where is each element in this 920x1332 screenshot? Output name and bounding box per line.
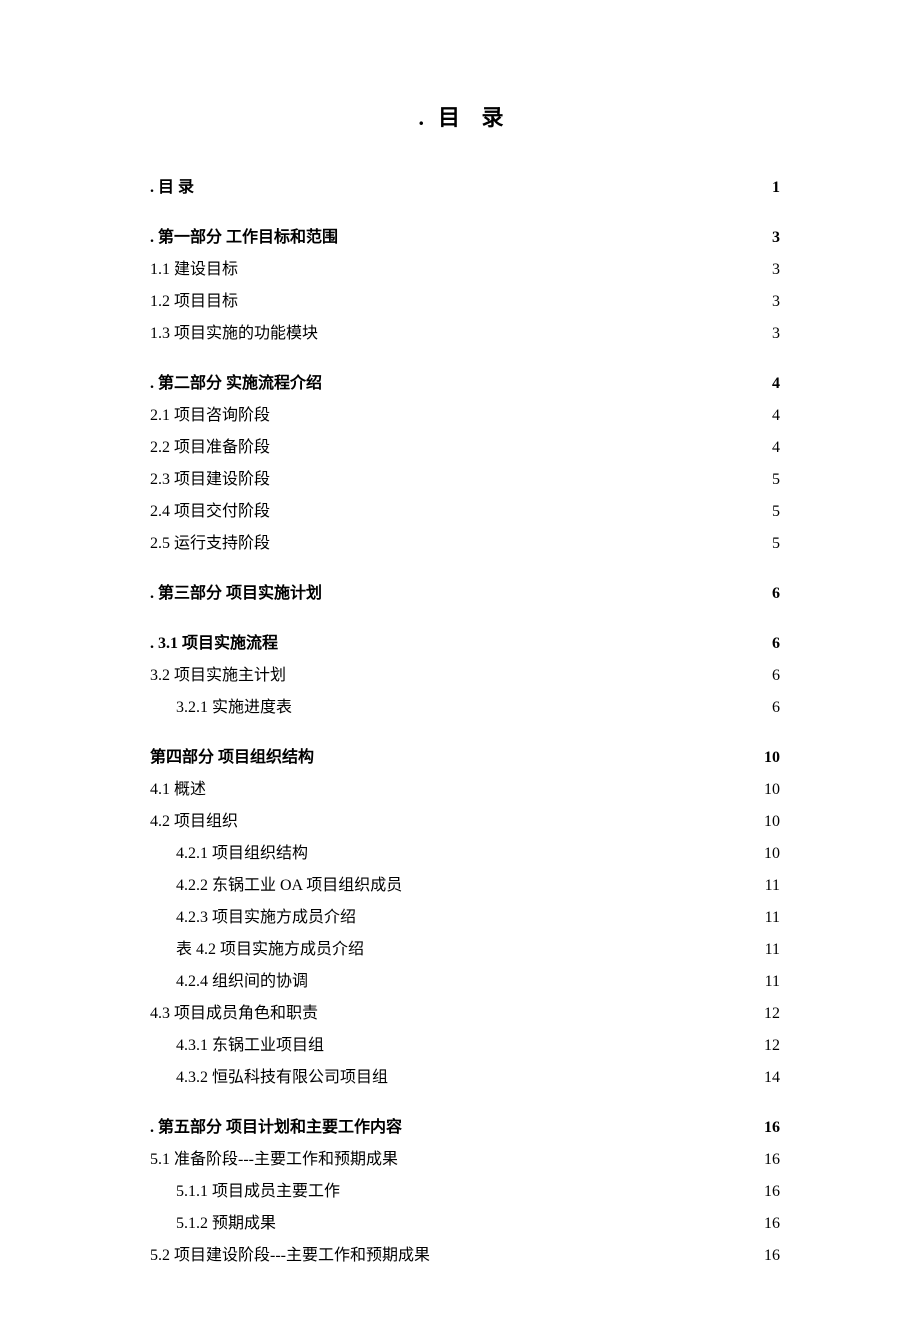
page-title: 目 录 <box>150 100 780 132</box>
toc-entry-label: 5.1 准备阶段---主要工作和预期成果 <box>150 1144 748 1176</box>
toc-entry-label: 4.2.2 东锅工业 OA 项目组织成员 <box>150 870 749 902</box>
toc-entry-label: 1.1 建设目标 <box>150 254 756 286</box>
toc-entry-page: 16 <box>748 1240 780 1272</box>
toc-entry-page: 6 <box>756 692 780 724</box>
toc-row: . 第一部分 工作目标和范围3 <box>150 222 780 254</box>
toc-row: . 3.1 项目实施流程6 <box>150 628 780 660</box>
toc-entry-label: 3.2.1 实施进度表 <box>150 692 756 724</box>
toc-row: 1.1 建设目标3 <box>150 254 780 286</box>
toc-row: 1.3 项目实施的功能模块3 <box>150 318 780 350</box>
toc-entry-label: 4.2.3 项目实施方成员介绍 <box>150 902 749 934</box>
toc-row: 2.5 运行支持阶段5 <box>150 528 780 560</box>
toc-entry-page: 16 <box>748 1144 780 1176</box>
toc-entry-page: 6 <box>756 628 780 660</box>
toc-entry-label: 2.1 项目咨询阶段 <box>150 400 756 432</box>
toc-row: 1.2 项目目标3 <box>150 286 780 318</box>
toc-entry-label: . 第三部分 项目实施计划 <box>150 578 756 610</box>
toc-row: 4.2 项目组织10 <box>150 806 780 838</box>
toc-entry-label: 1.2 项目目标 <box>150 286 756 318</box>
toc-entry-page: 10 <box>748 742 780 774</box>
toc-row: 5.1.1 项目成员主要工作16 <box>150 1176 780 1208</box>
toc-entry-page: 6 <box>756 578 780 610</box>
toc-entry-page: 3 <box>756 286 780 318</box>
toc-entry-page: 11 <box>749 902 780 934</box>
toc-entry-label: 4.3 项目成员角色和职责 <box>150 998 748 1030</box>
toc-row: . 第五部分 项目计划和主要工作内容16 <box>150 1112 780 1144</box>
toc-entry-label: 4.2 项目组织 <box>150 806 748 838</box>
toc-entry-label: . 第五部分 项目计划和主要工作内容 <box>150 1112 748 1144</box>
toc-entry-page: 10 <box>748 838 780 870</box>
toc-entry-page: 16 <box>748 1112 780 1144</box>
toc-row: 5.1.2 预期成果16 <box>150 1208 780 1240</box>
toc-row: 4.2.2 东锅工业 OA 项目组织成员11 <box>150 870 780 902</box>
title-char-1: 目 <box>438 105 468 130</box>
toc-entry-page: 4 <box>756 432 780 464</box>
toc-row: 3.2.1 实施进度表6 <box>150 692 780 724</box>
toc-entry-page: 3 <box>756 222 780 254</box>
toc-row: 3.2 项目实施主计划6 <box>150 660 780 692</box>
toc-entry-label: 4.2.1 项目组织结构 <box>150 838 748 870</box>
toc-entry-label: 4.2.4 组织间的协调 <box>150 966 749 998</box>
toc-row: 4.2.1 项目组织结构10 <box>150 838 780 870</box>
toc-row: . 目 录1 <box>150 172 780 204</box>
toc-entry-page: 10 <box>748 806 780 838</box>
toc-row: 4.3.1 东锅工业项目组12 <box>150 1030 780 1062</box>
toc-row: 表 4.2 项目实施方成员介绍11 <box>150 934 780 966</box>
toc-entry-page: 4 <box>756 368 780 400</box>
toc-row: 4.2.4 组织间的协调11 <box>150 966 780 998</box>
toc-entry-label: 5.2 项目建设阶段---主要工作和预期成果 <box>150 1240 748 1272</box>
toc-row: 4.1 概述10 <box>150 774 780 806</box>
toc-row: 第四部分 项目组织结构10 <box>150 742 780 774</box>
toc-entry-label: 2.3 项目建设阶段 <box>150 464 756 496</box>
toc-entry-page: 12 <box>748 998 780 1030</box>
toc-entry-page: 16 <box>748 1176 780 1208</box>
toc-entry-label: 4.3.1 东锅工业项目组 <box>150 1030 748 1062</box>
toc-entry-label: 1.3 项目实施的功能模块 <box>150 318 756 350</box>
toc-entry-page: 14 <box>748 1062 780 1094</box>
title-char-2: 录 <box>482 105 512 130</box>
toc-entry-label: 2.2 项目准备阶段 <box>150 432 756 464</box>
toc-entry-page: 11 <box>749 966 780 998</box>
toc-entry-page: 4 <box>756 400 780 432</box>
toc-row: . 第二部分 实施流程介绍4 <box>150 368 780 400</box>
toc-entry-page: 11 <box>749 870 780 902</box>
table-of-contents: . 目 录1. 第一部分 工作目标和范围31.1 建设目标31.2 项目目标31… <box>150 172 780 1272</box>
toc-entry-page: 1 <box>756 172 780 204</box>
toc-entry-label: 表 4.2 项目实施方成员介绍 <box>150 934 749 966</box>
toc-entry-label: 3.2 项目实施主计划 <box>150 660 756 692</box>
toc-entry-label: 4.3.2 恒弘科技有限公司项目组 <box>150 1062 748 1094</box>
toc-entry-page: 5 <box>756 464 780 496</box>
toc-entry-page: 3 <box>756 254 780 286</box>
toc-entry-page: 16 <box>748 1208 780 1240</box>
toc-entry-page: 10 <box>748 774 780 806</box>
toc-entry-label: 5.1.2 预期成果 <box>150 1208 748 1240</box>
toc-row: 2.2 项目准备阶段4 <box>150 432 780 464</box>
toc-row: 4.3 项目成员角色和职责12 <box>150 998 780 1030</box>
toc-row: . 第三部分 项目实施计划6 <box>150 578 780 610</box>
toc-entry-label: 4.1 概述 <box>150 774 748 806</box>
toc-entry-page: 12 <box>748 1030 780 1062</box>
toc-entry-page: 5 <box>756 496 780 528</box>
toc-entry-page: 11 <box>749 934 780 966</box>
toc-entry-label: 第四部分 项目组织结构 <box>150 742 748 774</box>
toc-row: 2.3 项目建设阶段5 <box>150 464 780 496</box>
toc-row: 2.1 项目咨询阶段4 <box>150 400 780 432</box>
toc-row: 4.3.2 恒弘科技有限公司项目组14 <box>150 1062 780 1094</box>
toc-row: 2.4 项目交付阶段5 <box>150 496 780 528</box>
toc-entry-label: . 第二部分 实施流程介绍 <box>150 368 756 400</box>
toc-entry-label: 2.5 运行支持阶段 <box>150 528 756 560</box>
toc-entry-label: 5.1.1 项目成员主要工作 <box>150 1176 748 1208</box>
toc-entry-page: 3 <box>756 318 780 350</box>
toc-entry-label: . 目 录 <box>150 172 756 204</box>
toc-entry-label: 2.4 项目交付阶段 <box>150 496 756 528</box>
toc-entry-page: 5 <box>756 528 780 560</box>
toc-row: 5.1 准备阶段---主要工作和预期成果16 <box>150 1144 780 1176</box>
toc-row: 4.2.3 项目实施方成员介绍11 <box>150 902 780 934</box>
title-dot-prefix <box>418 105 438 130</box>
toc-entry-label: . 第一部分 工作目标和范围 <box>150 222 756 254</box>
toc-entry-label: . 3.1 项目实施流程 <box>150 628 756 660</box>
toc-row: 5.2 项目建设阶段---主要工作和预期成果16 <box>150 1240 780 1272</box>
toc-entry-page: 6 <box>756 660 780 692</box>
